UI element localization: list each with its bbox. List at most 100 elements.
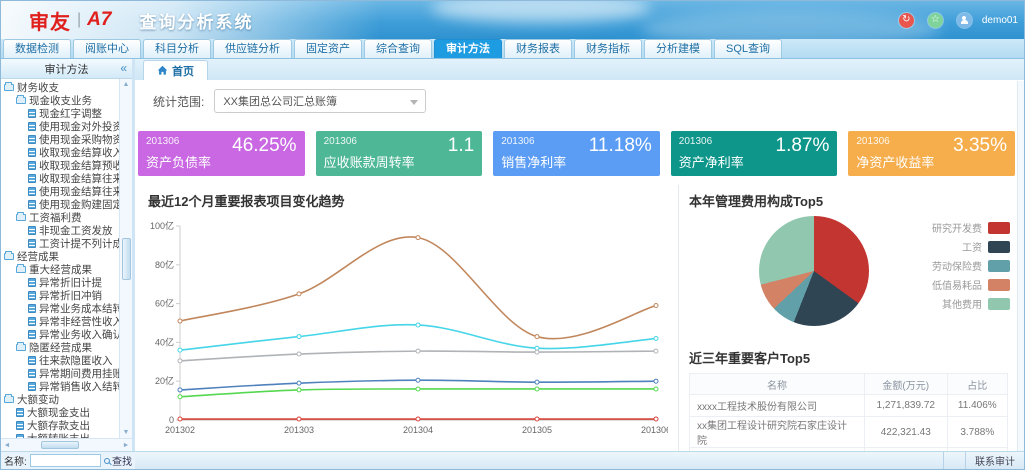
kpi-card[interactable]: 2013061.1应收账款周转率 <box>316 131 483 176</box>
file-icon <box>28 174 36 183</box>
tree-item[interactable]: 大额转账支出 <box>1 432 119 438</box>
file-icon <box>28 278 36 287</box>
star-icon[interactable]: ☆ <box>928 13 943 28</box>
user-icon[interactable] <box>957 13 972 28</box>
nav-tab-2[interactable]: 阅账中心 <box>73 39 141 58</box>
file-icon <box>28 187 36 196</box>
tree-item-label: 大额转账支出 <box>27 431 90 438</box>
tab-home[interactable]: 首页 <box>143 60 208 80</box>
tree-search-area: 名称: 查找 <box>1 451 135 469</box>
nav-tab-6[interactable]: 综合查询 <box>364 39 432 58</box>
find-button[interactable]: 查找 <box>104 453 132 468</box>
folder-icon <box>16 266 26 273</box>
kpi-label: 资产负债率 <box>146 152 211 171</box>
status-bar: 联系审计 <box>135 451 1024 469</box>
svg-text:60亿: 60亿 <box>155 298 174 309</box>
pie-legend-item[interactable]: 低值易耗品 <box>932 275 1010 294</box>
sidebar: 审计方法 « 财务收支现金收支业务现金红字调整使用现金对外投资使用现金采购物资收… <box>1 59 135 451</box>
table-row[interactable]: xx集团工程设计研究院石家庄设计院422,321.433.788% <box>690 417 1008 448</box>
sidebar-horizontal-scrollbar[interactable]: ◄ ► <box>1 438 132 451</box>
pie-legend-item[interactable]: 其他费用 <box>932 294 1010 313</box>
folder-icon <box>16 214 26 221</box>
pie-chart-title: 本年管理费用构成Top5 <box>689 191 1016 210</box>
scroll-down-icon[interactable]: ▼ <box>123 427 130 438</box>
table-header-cell: 金额(万元) <box>864 374 947 395</box>
pie-legend-swatch <box>988 222 1010 234</box>
kpi-label: 净资产收益率 <box>856 152 934 171</box>
horizontal-scroll-thumb[interactable] <box>41 441 79 449</box>
refresh-icon[interactable]: ↻ <box>899 13 914 28</box>
table-cell: 3.788% <box>947 417 1007 448</box>
customer-table: 名称金额(万元)占比 xxxx工程技术股份有限公司1,271,839.7211.… <box>689 373 1008 451</box>
scroll-up-icon[interactable]: ▲ <box>123 79 130 90</box>
pie-legend-item[interactable]: 劳动保险费 <box>932 256 1010 275</box>
pie-legend-item[interactable]: 研究开发费 <box>932 218 1010 237</box>
table-header-row: 名称金额(万元)占比 <box>690 374 1008 395</box>
nav-tab-8[interactable]: 财务报表 <box>504 39 572 58</box>
file-icon <box>28 356 36 365</box>
trend-line-chart[interactable]: 020亿40亿60亿80亿100亿20130220130320130420130… <box>138 212 675 449</box>
vertical-scroll-thumb[interactable] <box>122 238 131 280</box>
expense-pie-chart[interactable] <box>759 216 869 326</box>
svg-text:201303: 201303 <box>284 425 314 435</box>
scope-dropdown-value: XX集团总公司汇总账簿 <box>223 93 337 109</box>
app-window: 审友 | A7 查询分析系统 ↻ ☆ demo01 数据检测阅账中心科目分析供应… <box>0 0 1025 470</box>
pie-legend-label: 劳动保险费 <box>932 258 982 273</box>
table-cell: 1,271,839.72 <box>864 395 947 417</box>
nav-tab-1[interactable]: 数据检测 <box>3 39 71 58</box>
svg-text:80亿: 80亿 <box>155 259 174 270</box>
brand-logo-separator: | <box>77 11 81 29</box>
svg-text:100亿: 100亿 <box>150 220 174 231</box>
nav-tab-4[interactable]: 供应链分析 <box>213 39 292 58</box>
content-scrollbar[interactable] <box>1017 81 1024 451</box>
table-cell: xxxx工程技术股份有限公司 <box>690 395 865 417</box>
right-column: 本年管理费用构成Top5 研究开发费工资劳动保险费低值易耗品其他费用 近三年重要… <box>678 185 1016 451</box>
file-icon <box>28 161 36 170</box>
kpi-card[interactable]: 20130611.18%销售净利率 <box>493 131 660 176</box>
bottom-bar: 名称: 查找 联系审计 <box>1 451 1024 469</box>
nav-tab-3[interactable]: 科目分析 <box>143 39 211 58</box>
kpi-card[interactable]: 20130646.25%资产负债率 <box>138 131 305 176</box>
kpi-value: 1.1 <box>448 135 474 157</box>
nav-tab-9[interactable]: 财务指标 <box>574 39 642 58</box>
svg-text:201304: 201304 <box>403 425 433 435</box>
sidebar-collapse-icon[interactable]: « <box>120 61 127 75</box>
kpi-card-row: 20130646.25%资产负债率2013061.1应收账款周转率2013061… <box>138 131 1015 176</box>
search-label: 名称: <box>4 453 27 468</box>
table-cell: 11.406% <box>947 395 1007 417</box>
table-header-cell: 占比 <box>947 374 1007 395</box>
page-tab-strip: 首页 <box>135 59 1024 81</box>
kpi-value: 46.25% <box>232 135 296 157</box>
sidebar-vertical-scrollbar[interactable]: ▲ ▼ <box>119 79 132 438</box>
kpi-card[interactable]: 2013061.87%资产净利率 <box>671 131 838 176</box>
scroll-right-icon[interactable]: ► <box>120 442 132 449</box>
pie-legend-swatch <box>988 241 1010 253</box>
status-segment <box>943 452 965 469</box>
kpi-value: 3.35% <box>953 135 1007 157</box>
kpi-value: 11.18% <box>589 135 652 157</box>
brand-logo-cn: 审友 <box>29 6 71 35</box>
scroll-left-icon[interactable]: ◄ <box>1 442 13 449</box>
app-title: 查询分析系统 <box>139 8 253 33</box>
nav-tab-7[interactable]: 审计方法 <box>434 39 502 58</box>
nav-tab-11[interactable]: SQL查询 <box>714 39 782 58</box>
app-header: 审友 | A7 查询分析系统 ↻ ☆ demo01 <box>1 1 1024 39</box>
tree-search-input[interactable] <box>30 454 101 467</box>
nav-tab-10[interactable]: 分析建模 <box>644 39 712 58</box>
kpi-card[interactable]: 2013063.35%净资产收益率 <box>848 131 1015 176</box>
file-icon <box>28 148 36 157</box>
table-row[interactable]: xxxx工程技术股份有限公司1,271,839.7211.406% <box>690 395 1008 417</box>
find-button-label: 查找 <box>112 453 132 468</box>
chevron-down-icon <box>410 100 418 105</box>
trend-chart-title: 最近12个月重要报表项目变化趋势 <box>148 191 675 210</box>
file-icon <box>28 382 36 391</box>
nav-tab-5[interactable]: 固定资产 <box>294 39 362 58</box>
tab-home-label: 首页 <box>172 63 194 79</box>
status-link[interactable]: 联系审计 <box>965 452 1024 469</box>
pie-legend-label: 研究开发费 <box>932 220 982 235</box>
kpi-label: 资产净利率 <box>679 152 744 171</box>
scope-dropdown[interactable]: XX集团总公司汇总账簿 <box>214 89 426 113</box>
pie-legend-item[interactable]: 工资 <box>932 237 1010 256</box>
pie-chart-legend: 研究开发费工资劳动保险费低值易耗品其他费用 <box>932 218 1010 313</box>
folder-icon <box>4 396 14 403</box>
